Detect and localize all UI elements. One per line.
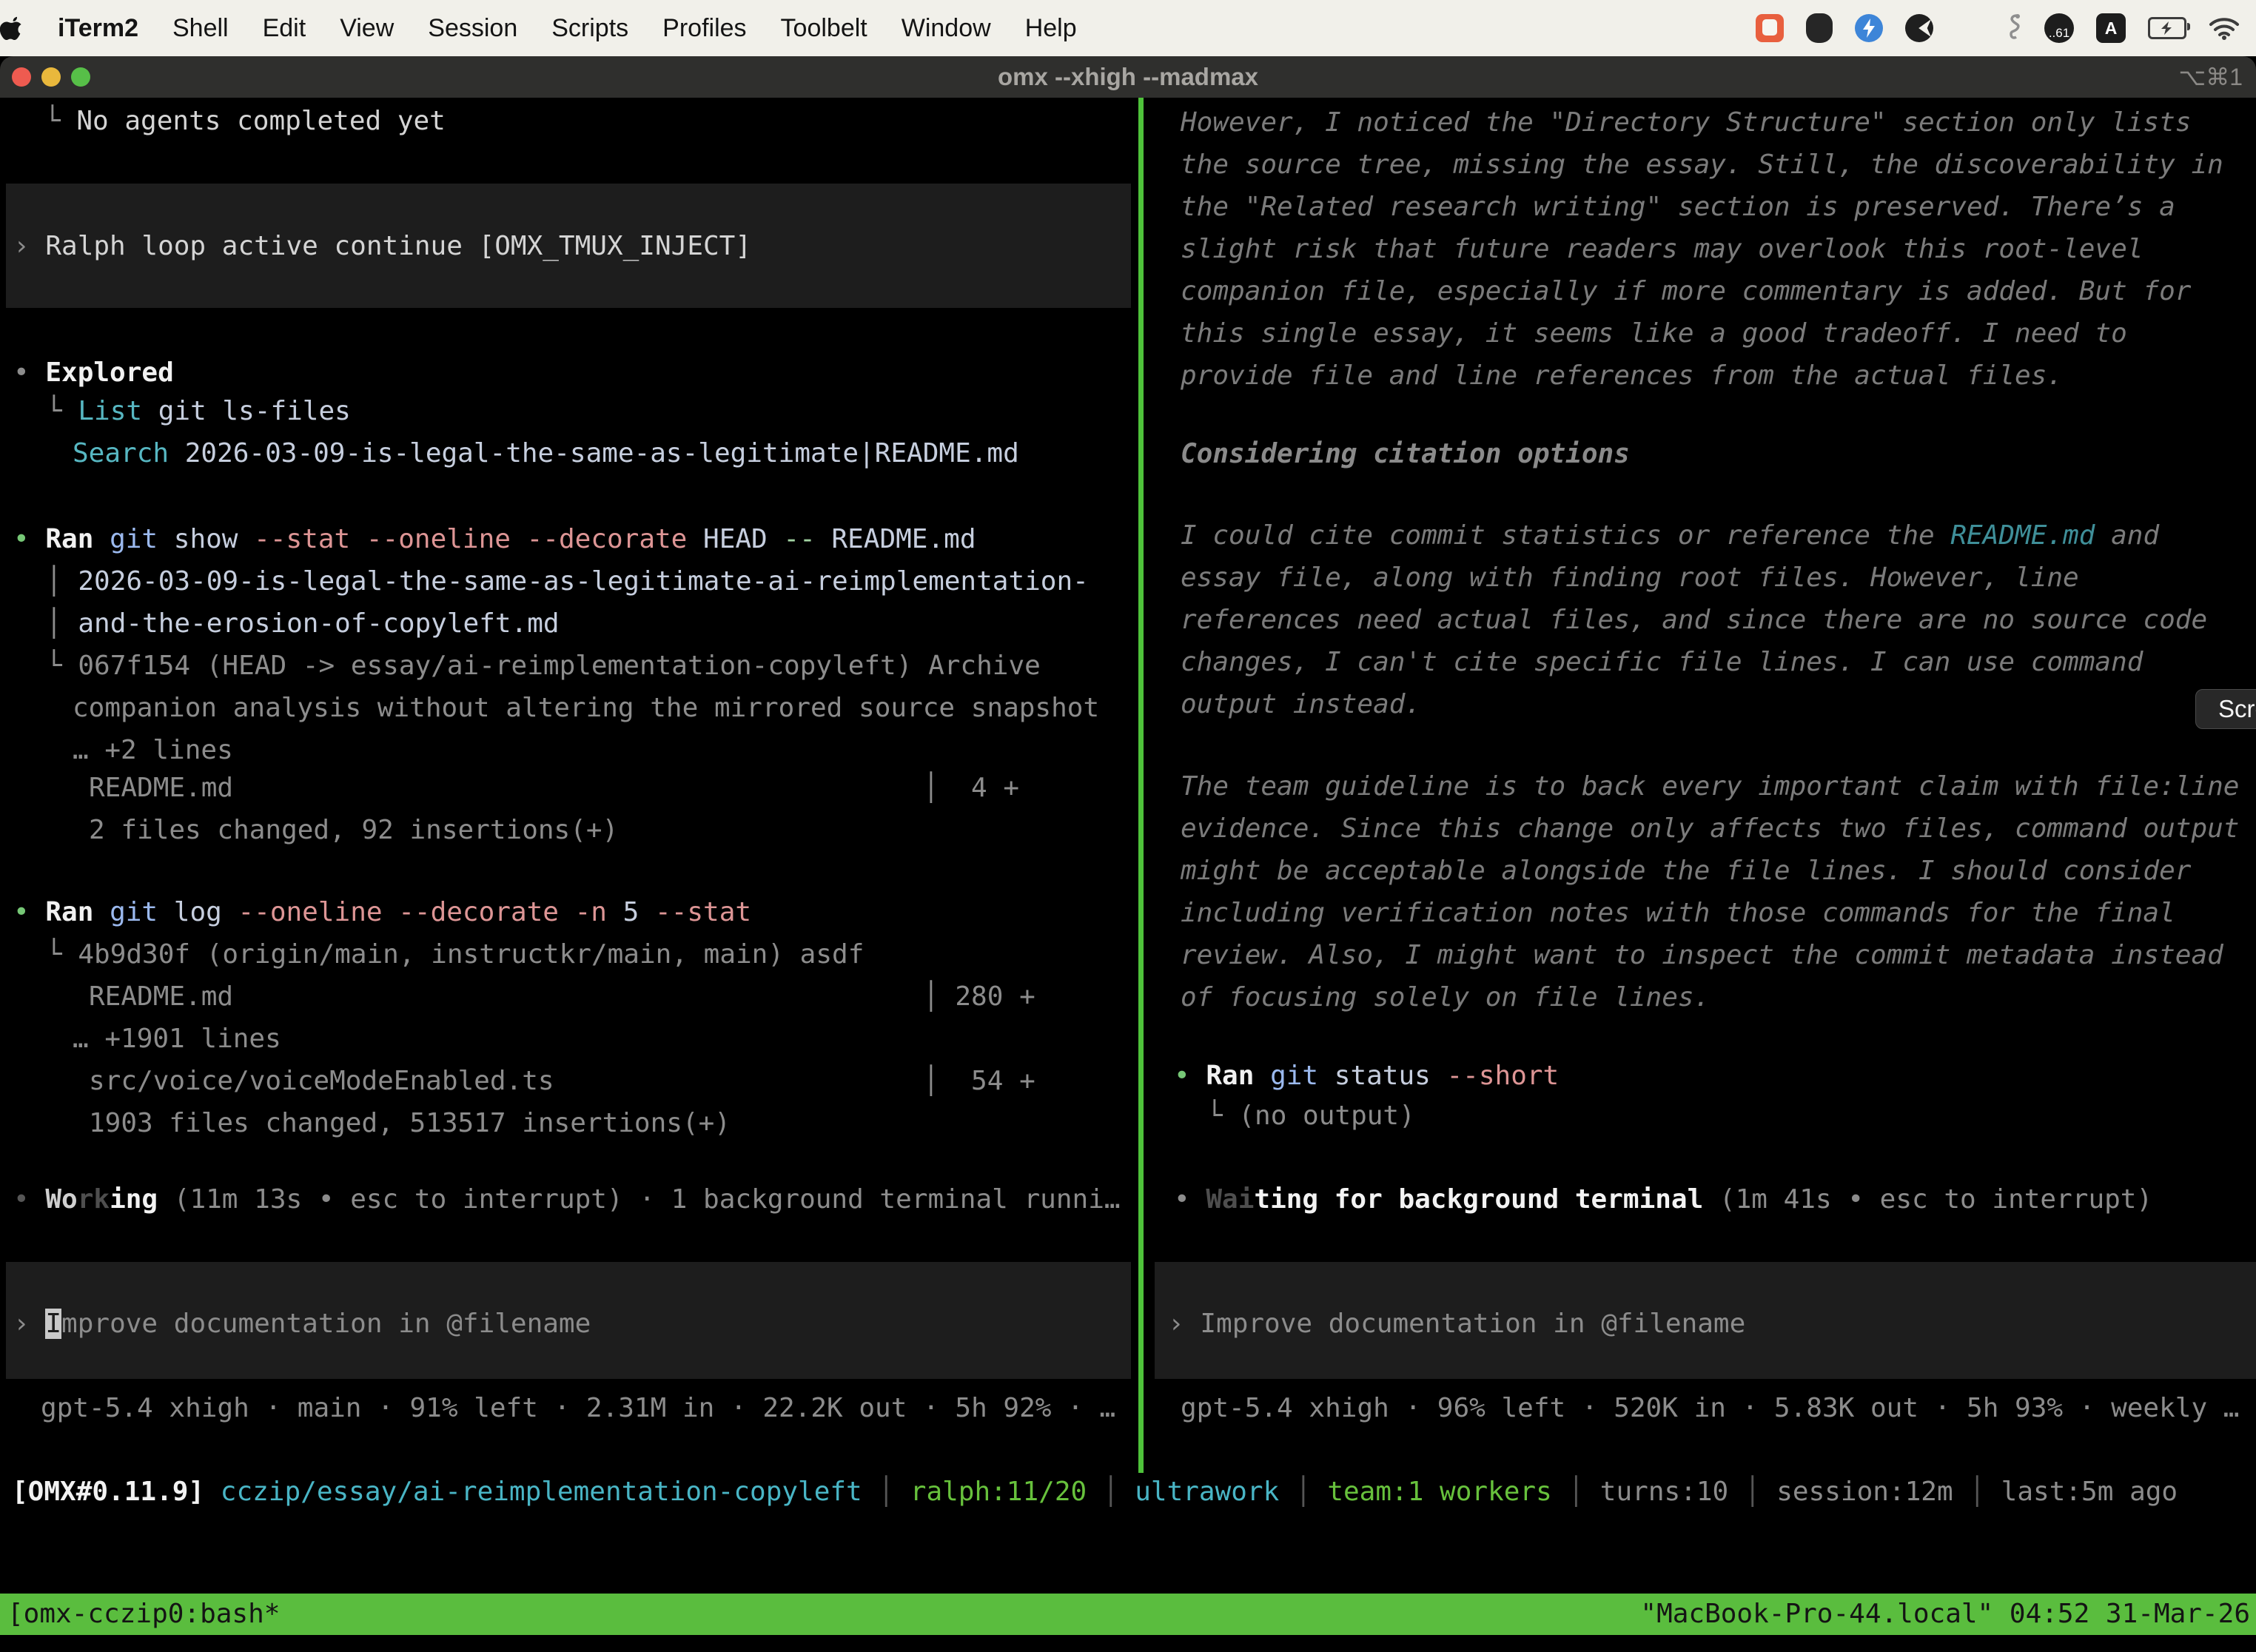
menu-item-edit[interactable]: Edit <box>263 14 306 43</box>
dots-grid-icon[interactable] <box>1955 14 1984 42</box>
badge-61-icon[interactable]: ..61 <box>2044 13 2074 43</box>
shield-grid-icon[interactable] <box>1806 13 1833 43</box>
reasoning-para3-line2: evidence. Since this change only affects… <box>1181 807 2239 850</box>
git-show-arg-line-2: │ and-the-erosion-of-copyleft.md <box>46 602 560 645</box>
reasoning-para2-line2: essay file, along with finding root file… <box>1181 557 2079 599</box>
reasoning-para3-line5: review. Also, I might want to inspect th… <box>1181 934 2223 976</box>
git-status-output: └ (no output) <box>1206 1095 1415 1137</box>
window-title-bar: omx --xhigh --madmax ⌥⌘1 <box>0 56 2256 98</box>
git-show-output-2: companion analysis without altering the … <box>73 687 1099 729</box>
ralph-loop-text: › Ralph loop active continue [OMX_TMUX_I… <box>13 225 751 267</box>
menu-item-scripts[interactable]: Scripts <box>551 14 628 43</box>
left-prompt-input[interactable]: › Improve documentation in @filename <box>13 1303 591 1345</box>
chat-app-icon[interactable] <box>1756 14 1784 42</box>
screen-tooltip[interactable]: Scre <box>2195 689 2256 729</box>
git-log-stat-1: README.md │ 280 + <box>89 976 1035 1018</box>
reasoning-para1-line7: provide file and line references from th… <box>1181 355 2063 397</box>
ran-git-log-line: • Ran git log --oneline --decorate -n 5 … <box>13 891 751 933</box>
git-log-output-1: └ 4b9d30f (origin/main, instructkr/main,… <box>46 933 864 976</box>
menu-item-shell[interactable]: Shell <box>172 14 229 43</box>
git-show-stat-2: 2 files changed, 92 insertions(+) <box>89 809 618 851</box>
reasoning-para3-line6: of focusing solely on file lines. <box>1181 976 1710 1018</box>
git-show-arg-line-1: │ 2026-03-09-is-legal-the-same-as-legiti… <box>46 560 1089 602</box>
tmux-host-clock: "MacBook-Pro-44.local" 04:52 31-Mar-26 <box>1640 1594 2250 1635</box>
window-shortcut-badge: ⌥⌘1 <box>2178 56 2243 98</box>
window-title: omx --xhigh --madmax <box>0 56 2256 98</box>
desktop: iTerm2 Shell Edit View Session Scripts P… <box>0 0 2256 1652</box>
reasoning-para3-line1: The team guideline is to back every impo… <box>1181 765 2239 807</box>
menu-item-toolbelt[interactable]: Toolbelt <box>781 14 867 43</box>
omx-status-line: [OMX#0.11.9] cczip/essay/ai-reimplementa… <box>12 1471 2178 1513</box>
reasoning-para2-line1: I could cite commit statistics or refere… <box>1181 514 2159 557</box>
right-prompt-input[interactable]: › Improve documentation in @filename <box>1168 1303 1745 1345</box>
reasoning-para3-line3: might be acceptable alongside the file l… <box>1181 850 2191 892</box>
git-log-output-2: … +1901 lines <box>73 1018 281 1060</box>
ran-git-status-line: • Ran git status --short <box>1174 1055 1559 1097</box>
ran-git-show-line: • Ran git show --stat --oneline --decora… <box>13 518 976 560</box>
waiting-status-line: • Waiting for background terminal (1m 41… <box>1174 1178 2152 1220</box>
menu-items: iTerm2 Shell Edit View Session Scripts P… <box>58 14 1077 43</box>
menu-item-view[interactable]: View <box>340 14 394 43</box>
menu-item-session[interactable]: Session <box>428 14 517 43</box>
reasoning-para1-line5: companion file, especially if more comme… <box>1181 270 2191 312</box>
wifi-icon[interactable] <box>2209 16 2240 40</box>
reasoning-para1-line3: the "Related research writing" section i… <box>1181 186 2175 228</box>
explored-header: • Explored <box>13 352 174 394</box>
menu-item-help[interactable]: Help <box>1025 14 1077 43</box>
git-log-stat-2: src/voice/voiceModeEnabled.ts │ 54 + <box>89 1060 1035 1102</box>
menu-item-profiles[interactable]: Profiles <box>662 14 746 43</box>
reasoning-heading: Considering citation options <box>1181 433 1630 475</box>
git-show-stat-1: README.md │ 4 + <box>89 767 1019 809</box>
snake-icon[interactable] <box>2006 13 2022 43</box>
a-key-icon[interactable]: A <box>2096 13 2126 43</box>
git-log-stat-3: 1903 files changed, 513517 insertions(+) <box>89 1102 731 1144</box>
explored-search-line: Search 2026-03-09-is-legal-the-same-as-l… <box>73 432 1019 474</box>
git-show-output-3: … +2 lines <box>73 729 233 771</box>
bolt-circle-icon[interactable] <box>1855 14 1883 42</box>
reasoning-para2-line4: changes, I can't cite specific file line… <box>1181 641 2143 683</box>
menu-status-icons: ..61 A <box>1756 0 2240 56</box>
apple-menu-icon[interactable] <box>0 13 25 43</box>
menu-item-window[interactable]: Window <box>902 14 991 43</box>
pane-divider[interactable] <box>1138 98 1144 1473</box>
tmux-session-name: [omx-cczip0:bash* <box>7 1594 280 1635</box>
kaleidoscope-icon[interactable] <box>1905 14 1933 42</box>
tmux-status-bar: [omx-cczip0:bash* "MacBook-Pro-44.local"… <box>0 1594 2256 1635</box>
explored-list-line: └ List git ls-files <box>46 390 351 432</box>
reasoning-para2-line3: references need actual files, and since … <box>1181 599 2207 641</box>
reasoning-para1-line4: slight risk that future readers may over… <box>1181 228 2143 270</box>
agents-status-line: └ No agents completed yet <box>44 100 446 142</box>
reasoning-para1-line2: the source tree, missing the essay. Stil… <box>1181 144 2223 186</box>
git-show-output-1: └ 067f154 (HEAD -> essay/ai-reimplementa… <box>46 645 1041 687</box>
left-model-status: gpt-5.4 xhigh · main · 91% left · 2.31M … <box>41 1387 1115 1429</box>
right-model-status: gpt-5.4 xhigh · 96% left · 520K in · 5.8… <box>1181 1387 2239 1429</box>
reasoning-para2-line5: output instead. <box>1181 683 1421 725</box>
reasoning-para3-line4: including verification notes with those … <box>1181 892 2175 934</box>
menu-bar: iTerm2 Shell Edit View Session Scripts P… <box>0 0 2256 56</box>
working-status-line: • Working (11m 13s • esc to interrupt) ·… <box>13 1178 1121 1220</box>
reasoning-para1-line6: this single essay, it seems like a good … <box>1181 312 2127 355</box>
battery-icon[interactable] <box>2148 17 2186 39</box>
menu-item-iterm2[interactable]: iTerm2 <box>58 14 138 43</box>
reasoning-para1-line1: However, I noticed the "Directory Struct… <box>1181 101 2191 144</box>
